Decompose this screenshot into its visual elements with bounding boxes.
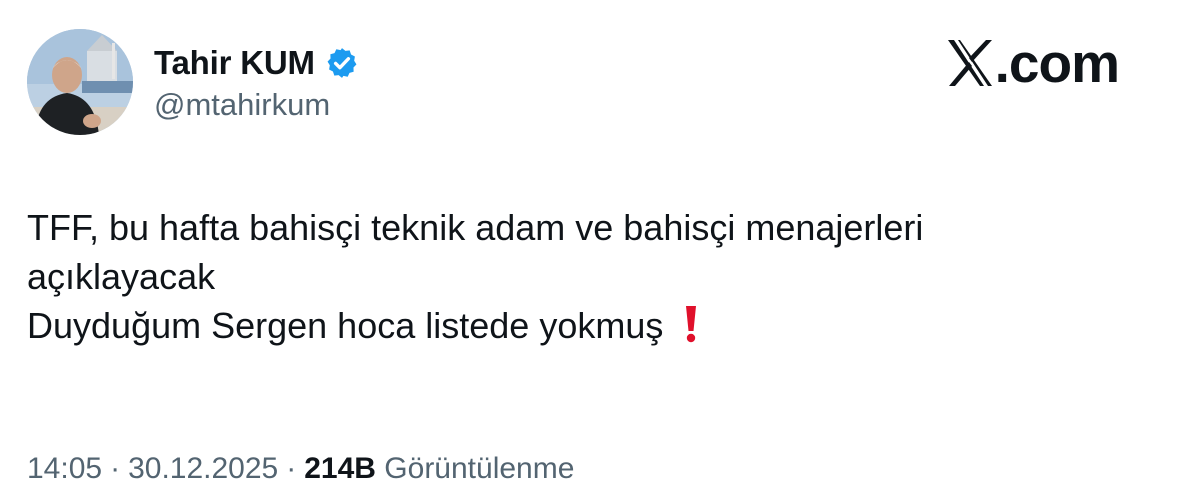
x-logo-icon bbox=[947, 38, 993, 88]
display-name[interactable]: Tahir KUM bbox=[154, 44, 315, 82]
author-handle[interactable]: @mtahirkum bbox=[154, 87, 330, 123]
meta-separator: · bbox=[110, 452, 121, 485]
tweet-line-3: Duyduğum Sergen hoca listede yokmuş bbox=[27, 301, 1147, 350]
brand-logo: .com bbox=[947, 31, 1120, 94]
verified-badge-icon bbox=[325, 46, 359, 80]
tweet-text: TFF, bu hafta bahisçi teknik adam ve bah… bbox=[27, 203, 1147, 350]
avatar-photo bbox=[27, 29, 133, 135]
views-count[interactable]: 214B bbox=[304, 452, 376, 485]
meta-separator: · bbox=[286, 452, 297, 485]
tweet-line-3-text: Duyduğum Sergen hoca listede yokmuş bbox=[27, 305, 664, 346]
tweet-meta: 14:05 · 30.12.2025 · 214B Görüntülenme bbox=[27, 452, 574, 486]
exclamation-mark-icon bbox=[683, 304, 699, 344]
views-label: Görüntülenme bbox=[384, 452, 575, 485]
tweet-time[interactable]: 14:05 bbox=[27, 452, 102, 485]
tweet-line-2: açıklayacak bbox=[27, 256, 216, 297]
brand-domain-text: .com bbox=[994, 31, 1120, 94]
tweet-line-1: TFF, bu hafta bahisçi teknik adam ve bah… bbox=[27, 207, 924, 248]
tweet-date[interactable]: 30.12.2025 bbox=[128, 452, 278, 485]
author-name-row: Tahir KUM bbox=[154, 41, 359, 85]
avatar[interactable] bbox=[27, 29, 133, 135]
